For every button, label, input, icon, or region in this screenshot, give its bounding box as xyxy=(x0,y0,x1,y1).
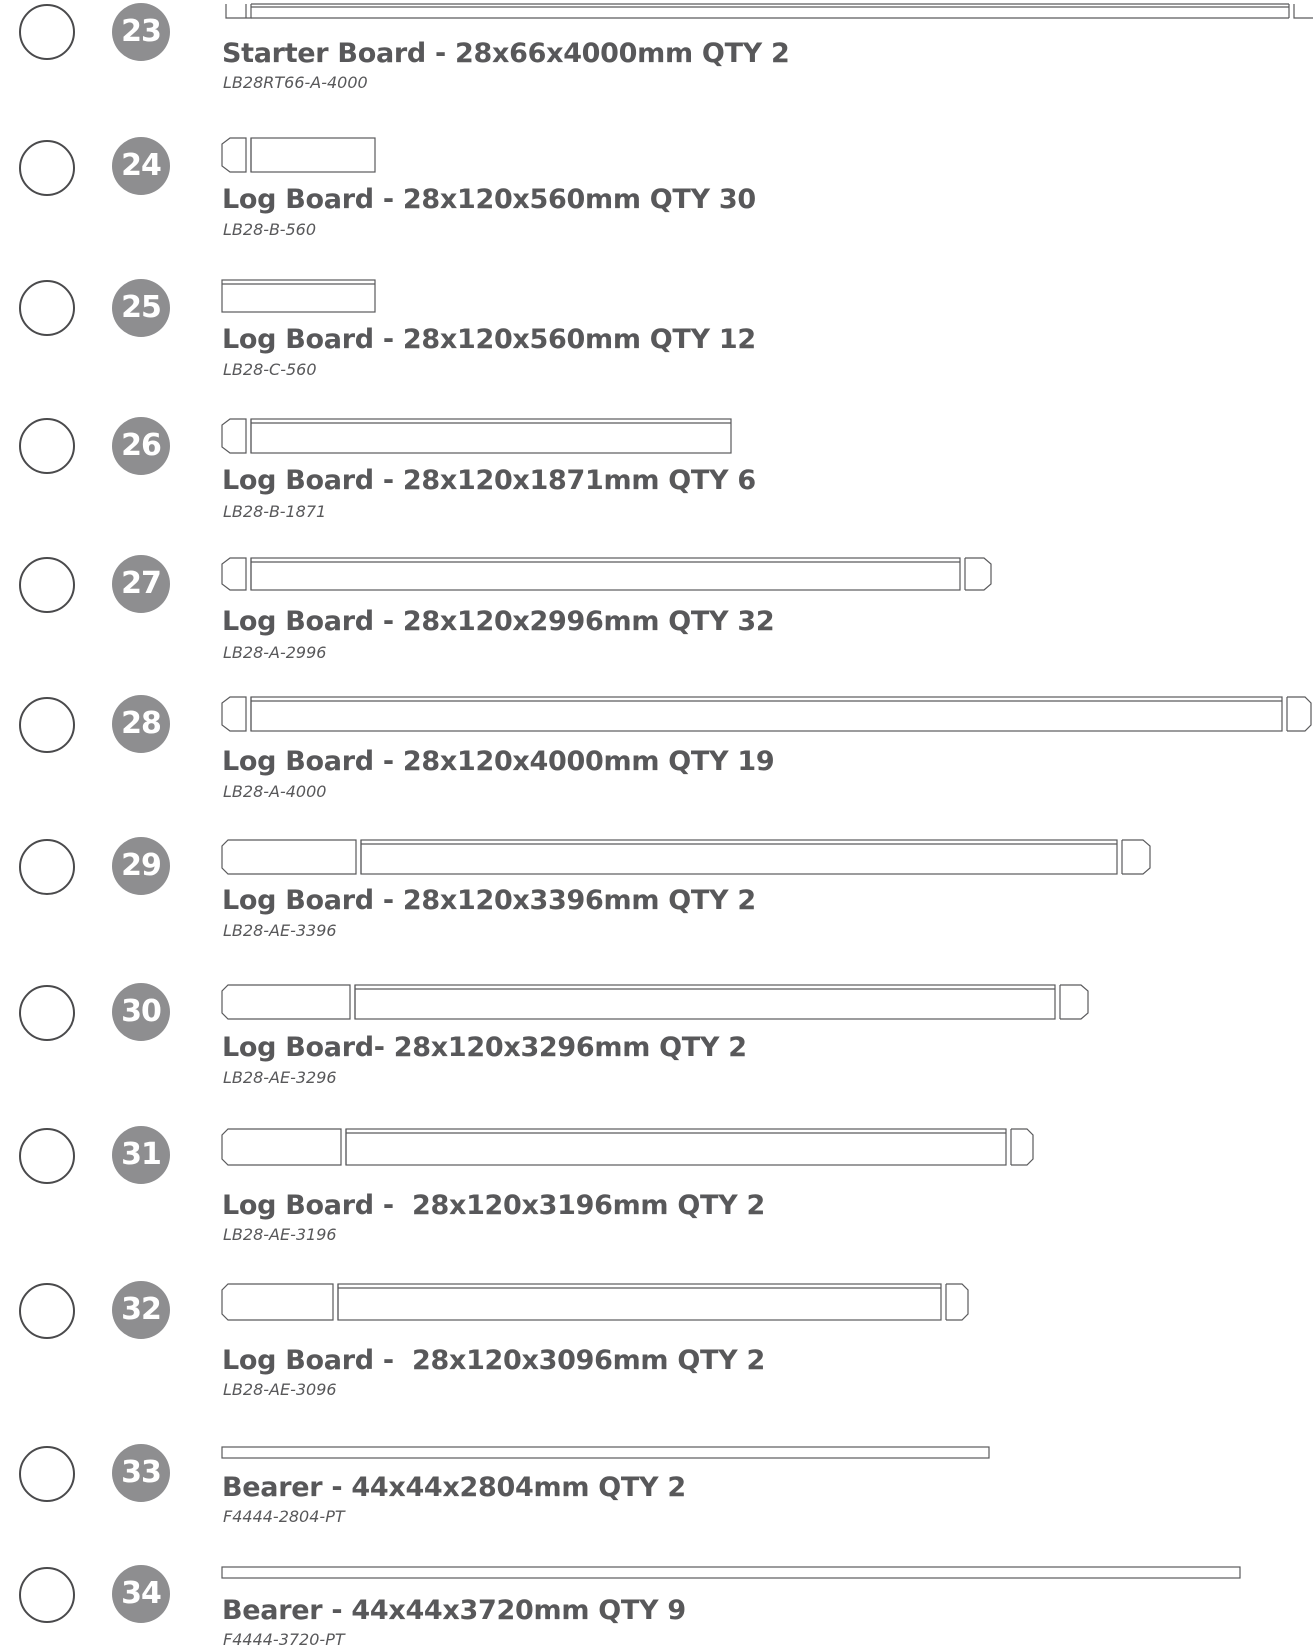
part-title: Bearer - 44x44x3720mm QTY 9 xyxy=(222,1595,686,1626)
part-code: F4444-3720-PT xyxy=(223,1630,345,1649)
bearer-drawing xyxy=(221,1566,1241,1579)
